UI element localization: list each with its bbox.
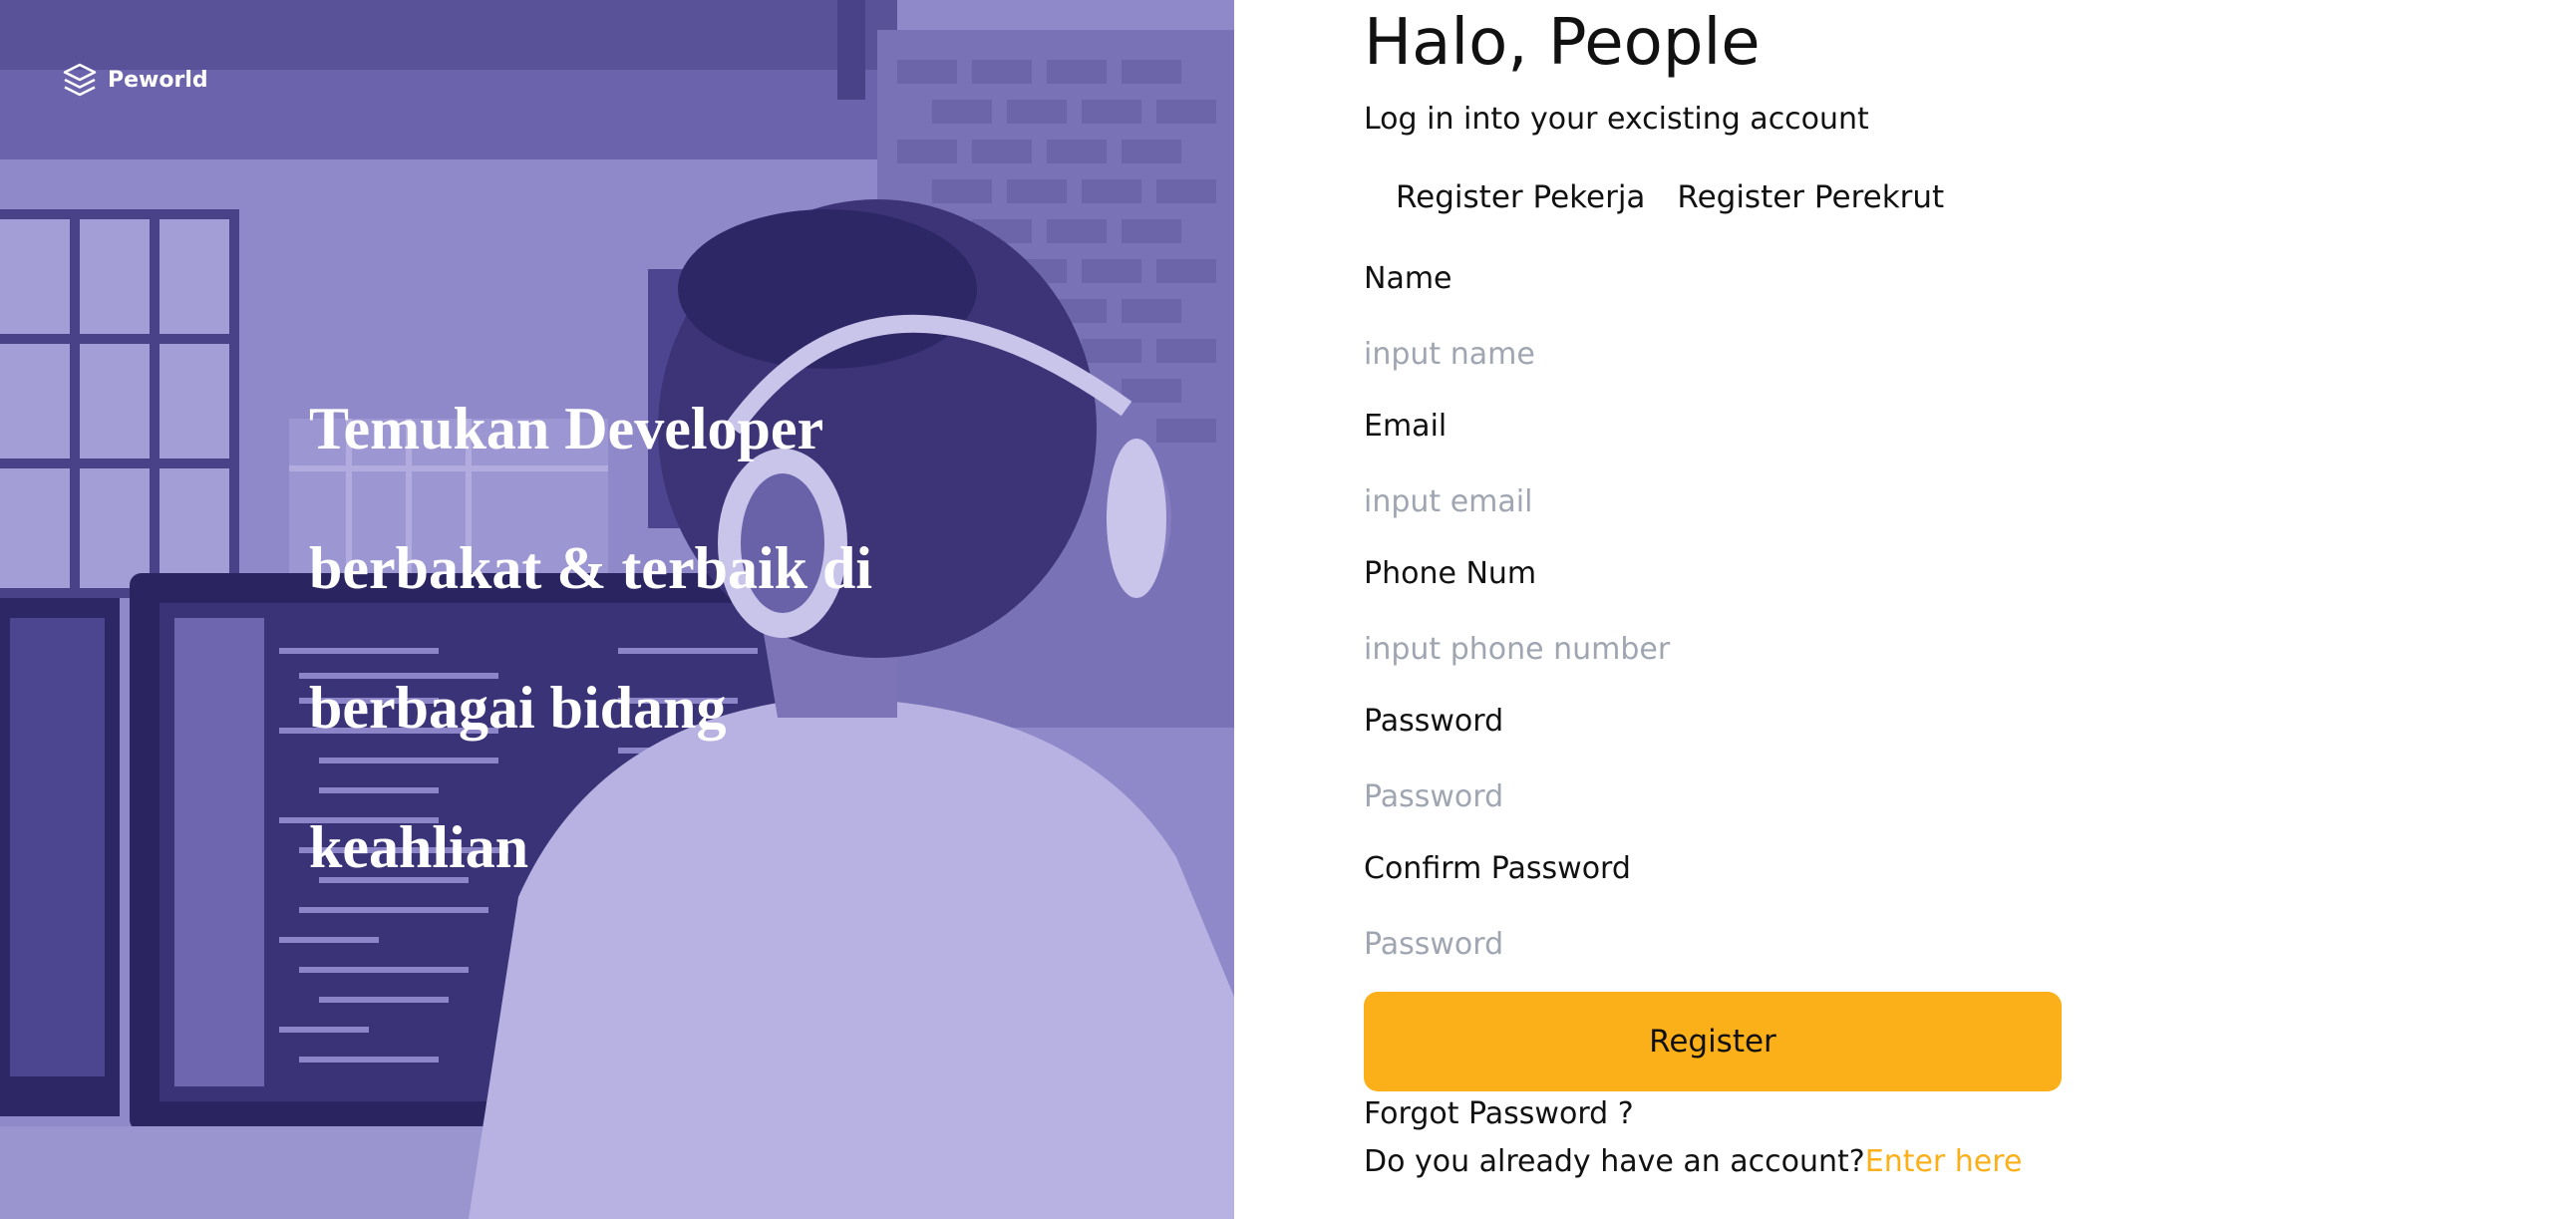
password-input[interactable]	[1364, 774, 2062, 818]
login-prompt: Do you already have an account?Enter her…	[1364, 1144, 2022, 1179]
hero-headline: Temukan Developer berbakat & terbaik di …	[309, 359, 1007, 917]
hero-line: berbagai bidang	[309, 675, 727, 741]
layers-icon	[63, 63, 97, 97]
password-label: Password	[1364, 704, 1504, 739]
forgot-password-link[interactable]: Forgot Password ?	[1364, 1096, 1634, 1131]
hero-line: berbakat & terbaik di	[309, 535, 873, 601]
register-form: Halo, People Log in into your excisting …	[1364, 0, 2062, 1219]
email-label: Email	[1364, 409, 1448, 444]
register-button[interactable]: Register	[1364, 992, 2062, 1091]
brand-name: Peworld	[108, 67, 208, 93]
brand-logo[interactable]: Peworld	[62, 62, 208, 98]
confirm-password-input[interactable]	[1364, 922, 2062, 966]
email-input[interactable]	[1364, 479, 2062, 523]
hero-line: keahlian	[309, 814, 529, 880]
phone-label: Phone Num	[1364, 556, 1537, 591]
hero-line: Temukan Developer	[309, 396, 824, 461]
phone-input[interactable]	[1364, 627, 2062, 671]
register-type-tabs: Register Pekerja Register Perekrut	[1396, 179, 1944, 215]
name-label: Name	[1364, 261, 1452, 296]
enter-here-link[interactable]: Enter here	[1865, 1144, 2023, 1179]
page-title: Halo, People	[1364, 6, 1761, 80]
confirm-password-label: Confirm Password	[1364, 851, 1631, 886]
name-input[interactable]	[1364, 332, 2062, 376]
page-subtitle: Log in into your excisting account	[1364, 102, 1869, 137]
login-prompt-text: Do you already have an account?	[1364, 1144, 1865, 1179]
tab-register-perekrut[interactable]: Register Perekrut	[1677, 179, 1944, 215]
tab-register-pekerja[interactable]: Register Pekerja	[1396, 179, 1645, 215]
hero-panel: Peworld Temukan Developer berbakat & ter…	[0, 0, 1234, 1219]
register-page: Peworld Temukan Developer berbakat & ter…	[0, 0, 2576, 1219]
